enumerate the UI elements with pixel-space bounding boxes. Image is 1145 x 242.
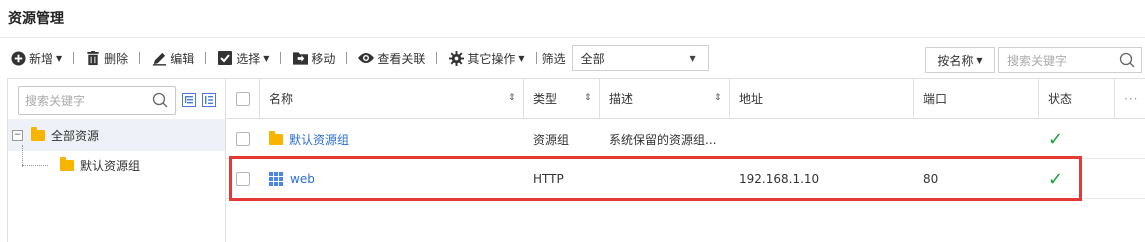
search-icon[interactable]: [1119, 52, 1135, 71]
trash-icon: [85, 50, 101, 66]
sort-label: 按名称: [937, 53, 974, 68]
view-link-label: 查看关联: [377, 51, 426, 66]
row-name-cell: 默认资源组: [269, 120, 349, 158]
checkbox-icon: [217, 50, 233, 66]
toolbar-divider: [280, 52, 282, 64]
toolbar-divider: [73, 52, 75, 64]
resource-tree-panel: 搜索关键字 − 全部资源 默认资源组: [7, 78, 226, 242]
sort-icon[interactable]: ⇕: [714, 93, 722, 103]
collapse-all-icon[interactable]: [202, 93, 216, 107]
column-header-port[interactable]: 端口: [923, 79, 947, 118]
toolbar-divider: [436, 52, 438, 64]
row-desc-cell: 系统保留的资源组...: [609, 132, 717, 147]
chevron-down-icon: ▼: [976, 55, 983, 65]
pencil-icon: [151, 50, 167, 66]
table-header: 名称 ⇕ 类型 ⇕ 描述 ⇕ 地址 端口 状态 ···: [226, 79, 1145, 119]
toolbar-divider: [346, 52, 348, 64]
search-icon[interactable]: [152, 92, 168, 111]
select-label: 选择: [236, 51, 261, 66]
gear-icon: [448, 50, 464, 66]
move-label: 移动: [311, 51, 336, 66]
add-label: 新增: [29, 51, 54, 66]
plus-circle-icon: [10, 50, 26, 66]
column-divider: [599, 79, 600, 119]
more-columns-icon[interactable]: ···: [1124, 79, 1138, 118]
toolbar-divider: [205, 52, 207, 64]
status-ok-icon: ✓: [1048, 128, 1064, 150]
toolbar-divider: [139, 52, 141, 64]
edit-label: 编辑: [170, 51, 195, 66]
search-input[interactable]: 搜索关键字: [998, 47, 1142, 73]
filter-value: 全部: [580, 51, 605, 66]
folder-icon: [269, 130, 283, 145]
sort-icon[interactable]: ⇕: [508, 93, 516, 103]
tree-search-placeholder: 搜索关键字: [25, 94, 86, 108]
title-divider: [0, 37, 1145, 38]
filter-label: 筛选: [541, 51, 566, 66]
other-ops-button[interactable]: 其它操作 ▼: [448, 46, 525, 70]
filter-select[interactable]: 全部 ▼: [571, 45, 709, 71]
eye-icon: [358, 50, 375, 66]
column-divider: [259, 79, 260, 119]
column-header-address[interactable]: 地址: [739, 79, 763, 118]
edit-button[interactable]: 编辑: [151, 46, 194, 70]
column-header-status[interactable]: 状态: [1048, 79, 1072, 118]
tree-node-default-group[interactable]: 默认资源组: [8, 149, 225, 181]
row-name-cell: web: [269, 160, 315, 198]
search-placeholder: 搜索关键字: [1007, 53, 1068, 68]
row-type-cell: 资源组: [533, 132, 570, 147]
app-grid-icon: [269, 172, 283, 186]
toolbar-divider: [535, 52, 537, 64]
move-button[interactable]: 移动: [292, 46, 335, 70]
chevron-down-icon: ▼: [263, 53, 270, 63]
delete-label: 删除: [104, 51, 129, 66]
tree-node-all-resources[interactable]: − 全部资源: [8, 119, 225, 151]
select-all-checkbox[interactable]: [236, 79, 250, 118]
resource-name-link[interactable]: web: [290, 172, 315, 186]
resource-name-link[interactable]: 默认资源组: [289, 131, 349, 148]
table-row[interactable]: 默认资源组 资源组 系统保留的资源组... ✓: [226, 120, 1145, 159]
tree-node-label: 全部资源: [51, 128, 100, 143]
other-ops-label: 其它操作: [467, 51, 516, 66]
column-divider: [1114, 79, 1115, 119]
column-divider: [913, 79, 914, 119]
resource-table: 名称 ⇕ 类型 ⇕ 描述 ⇕ 地址 端口 状态 ··· 默认资源组 资源组 系统…: [226, 78, 1145, 242]
tree-node-label: 默认资源组: [80, 158, 141, 173]
column-header-type[interactable]: 类型: [533, 79, 557, 118]
chevron-down-icon: ▼: [56, 53, 63, 63]
folder-icon: [60, 156, 74, 171]
row-type-cell: HTTP: [533, 172, 564, 186]
chevron-down-icon: ▼: [689, 54, 696, 63]
column-header-desc[interactable]: 描述: [609, 79, 633, 118]
chevron-down-icon: ▼: [518, 53, 525, 63]
column-divider: [523, 79, 524, 119]
page-title: 资源管理: [8, 11, 64, 27]
row-port-cell: 80: [923, 172, 939, 186]
collapse-icon[interactable]: −: [12, 129, 23, 141]
sort-icon[interactable]: ⇕: [584, 93, 592, 103]
folder-icon: [31, 126, 45, 141]
folder-move-icon: [292, 50, 308, 66]
view-link-button[interactable]: 查看关联: [358, 46, 425, 70]
delete-button[interactable]: 删除: [85, 46, 128, 70]
row-checkbox[interactable]: [236, 120, 250, 158]
sort-by-name-button[interactable]: 按名称 ▼: [925, 47, 995, 73]
tree-search-input[interactable]: 搜索关键字: [18, 86, 176, 115]
select-button[interactable]: 选择 ▼: [217, 46, 269, 70]
row-address-cell: 192.168.1.10: [739, 172, 820, 186]
column-divider: [1038, 79, 1039, 119]
column-divider: [729, 79, 730, 119]
add-button[interactable]: 新增 ▼: [10, 46, 62, 70]
row-checkbox[interactable]: [236, 160, 250, 198]
table-row[interactable]: web HTTP 192.168.1.10 80 ✓: [226, 160, 1145, 199]
column-header-name[interactable]: 名称: [269, 79, 293, 118]
expand-all-icon[interactable]: [182, 93, 196, 107]
status-ok-icon: ✓: [1048, 168, 1064, 190]
